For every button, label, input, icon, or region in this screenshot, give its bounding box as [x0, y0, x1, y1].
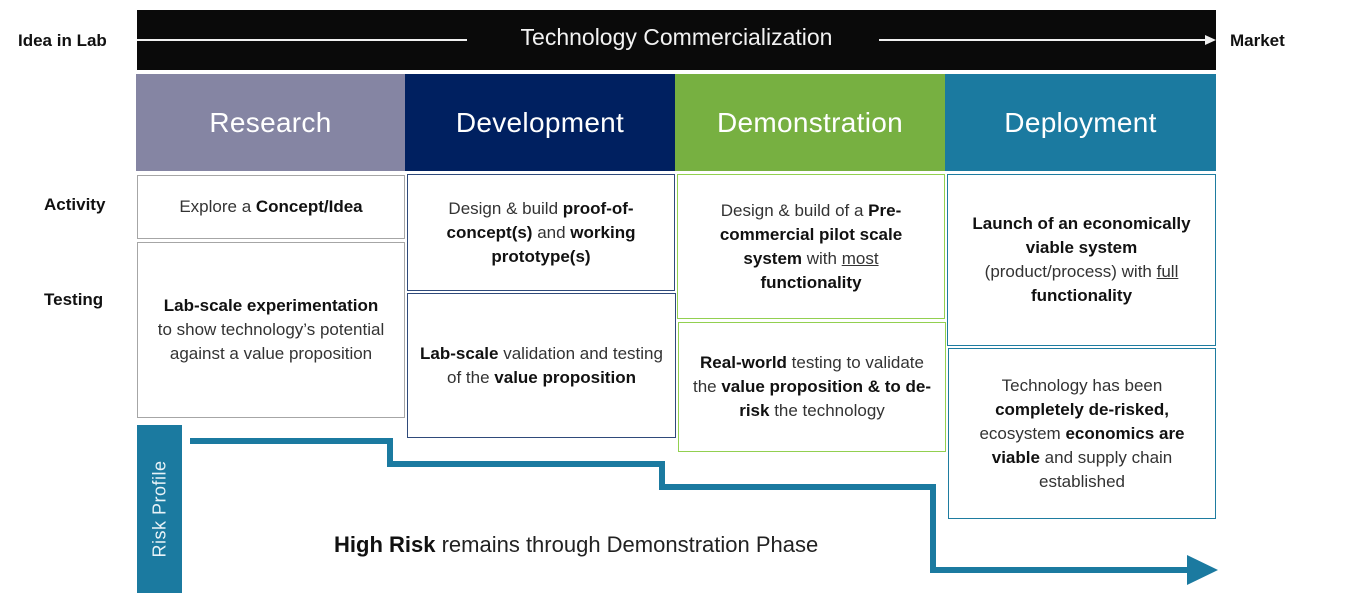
- risk-caption: High Risk remains through Demonstration …: [334, 532, 819, 557]
- risk-step-arrow-icon: [190, 438, 1218, 585]
